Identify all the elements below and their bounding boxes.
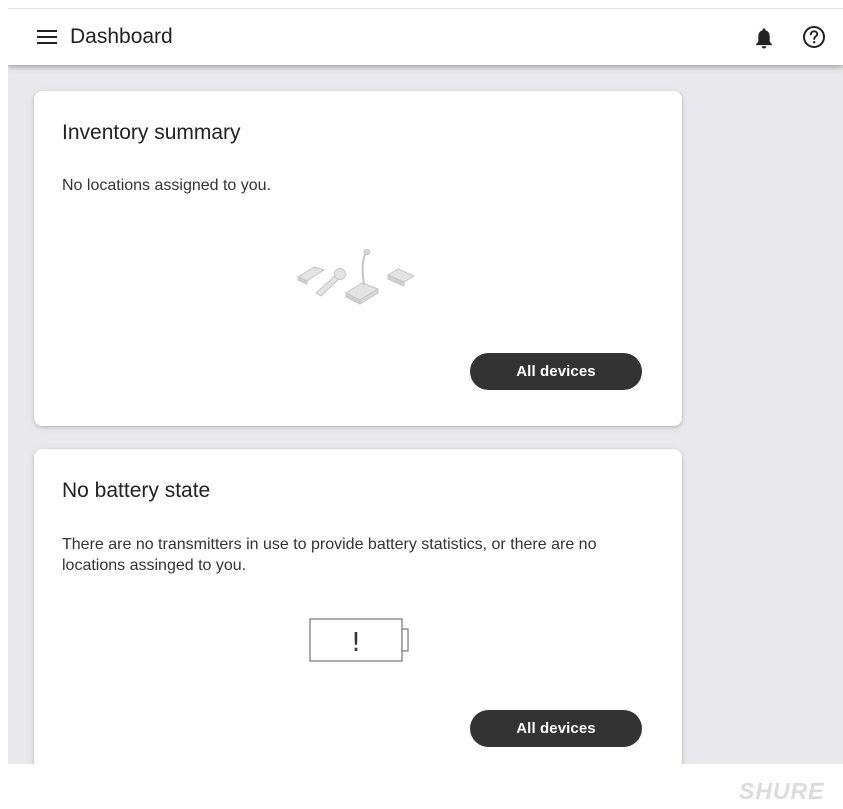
inventory-card-title: Inventory summary bbox=[62, 121, 241, 144]
battery-alert-glyph: ! bbox=[351, 628, 361, 658]
inventory-all-devices-button[interactable]: All devices bbox=[470, 353, 642, 390]
battery-alert-illustration: ! bbox=[309, 618, 409, 662]
bell-icon[interactable] bbox=[752, 25, 776, 51]
dashboard-content: Inventory summary No locations assigned … bbox=[8, 65, 843, 764]
hamburger-menu-icon[interactable] bbox=[34, 24, 60, 50]
inventory-card-message: No locations assigned to you. bbox=[62, 177, 272, 194]
battery-all-devices-button[interactable]: All devices bbox=[470, 710, 642, 747]
help-circle-icon[interactable] bbox=[801, 24, 827, 50]
battery-card-title: No battery state bbox=[62, 479, 211, 502]
battery-card-message: There are no transmitters in use to prov… bbox=[62, 536, 597, 574]
app-frame: Dashboard Inventory summary No locations… bbox=[8, 8, 843, 809]
page-title: Dashboard bbox=[70, 25, 173, 48]
shure-logo: SHURE bbox=[739, 778, 825, 804]
top-app-bar: Dashboard bbox=[8, 8, 843, 65]
battery-state-card: No battery state There are no transmitte… bbox=[34, 449, 682, 764]
page-footer: SHURE bbox=[8, 764, 843, 809]
devices-illustration bbox=[297, 249, 415, 305]
inventory-summary-card: Inventory summary No locations assigned … bbox=[34, 91, 682, 426]
